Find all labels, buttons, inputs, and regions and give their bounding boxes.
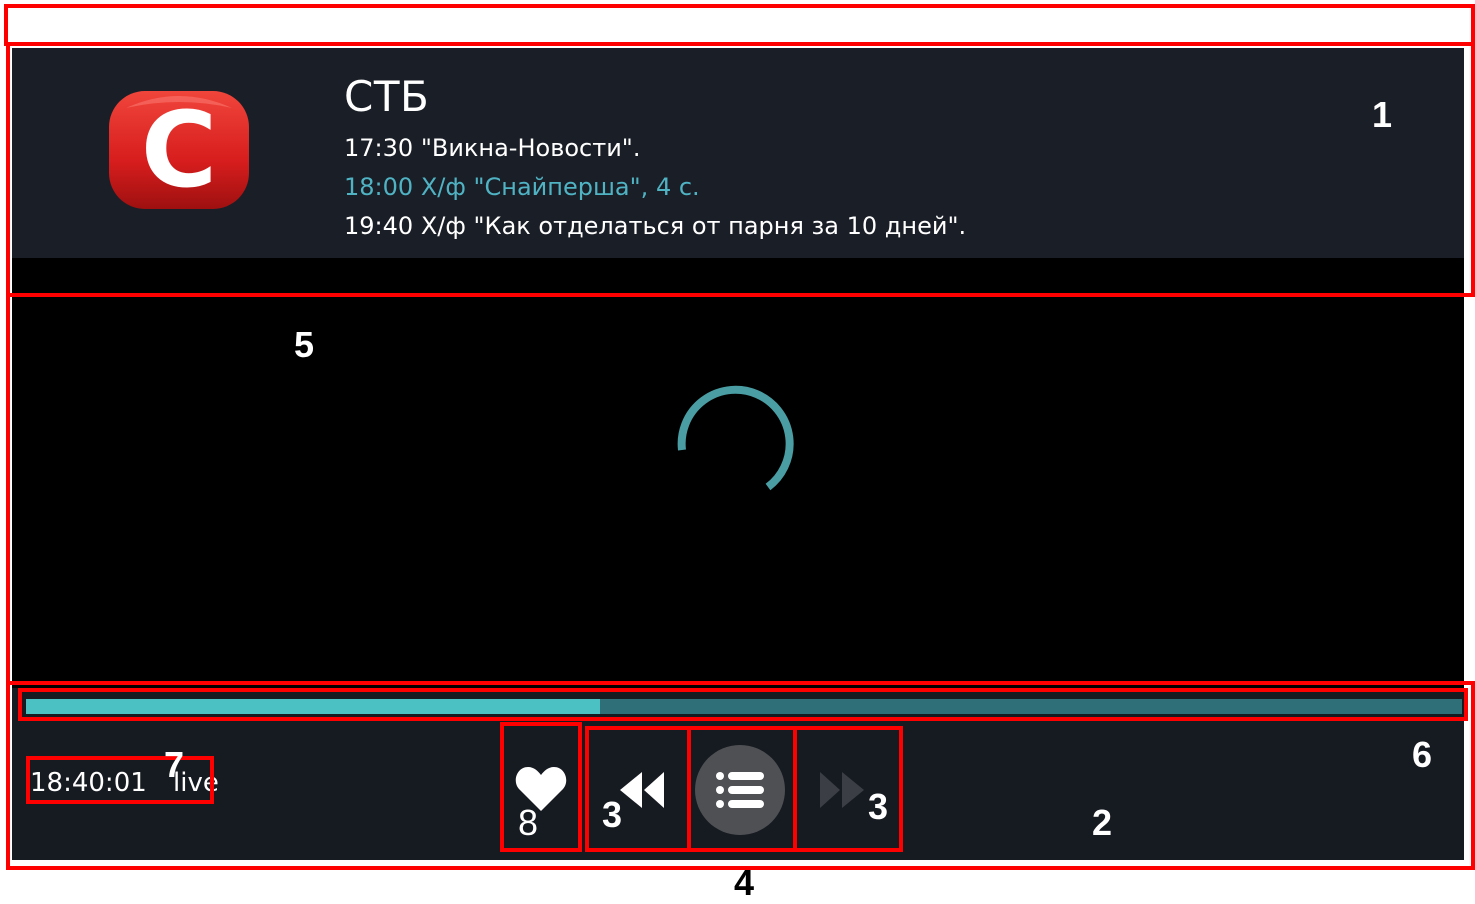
loading-spinner-icon (677, 385, 794, 491)
annotation-box-top (4, 4, 1475, 46)
annotation-box-video-left (6, 293, 14, 685)
annotation-label: 5 (294, 324, 315, 365)
annotation-label: 3 (868, 786, 889, 827)
annotation-box-header (6, 42, 1475, 297)
annotation-label: 4 (734, 862, 755, 903)
annotation-label: 8 (518, 802, 539, 843)
annotation-label: 1 (1372, 94, 1393, 135)
annotation-label: 6 (1412, 734, 1433, 775)
annotation-box-progress (18, 688, 1468, 721)
annotation-box-rewind (585, 726, 691, 852)
annotation-label: 2 (1092, 802, 1113, 843)
annotation-label: 7 (164, 744, 185, 785)
annotation-label: 3 (602, 794, 623, 835)
annotation-box-playlist (687, 726, 797, 852)
annotation-box-time (26, 756, 214, 804)
annotation-box-favorite (500, 722, 582, 852)
